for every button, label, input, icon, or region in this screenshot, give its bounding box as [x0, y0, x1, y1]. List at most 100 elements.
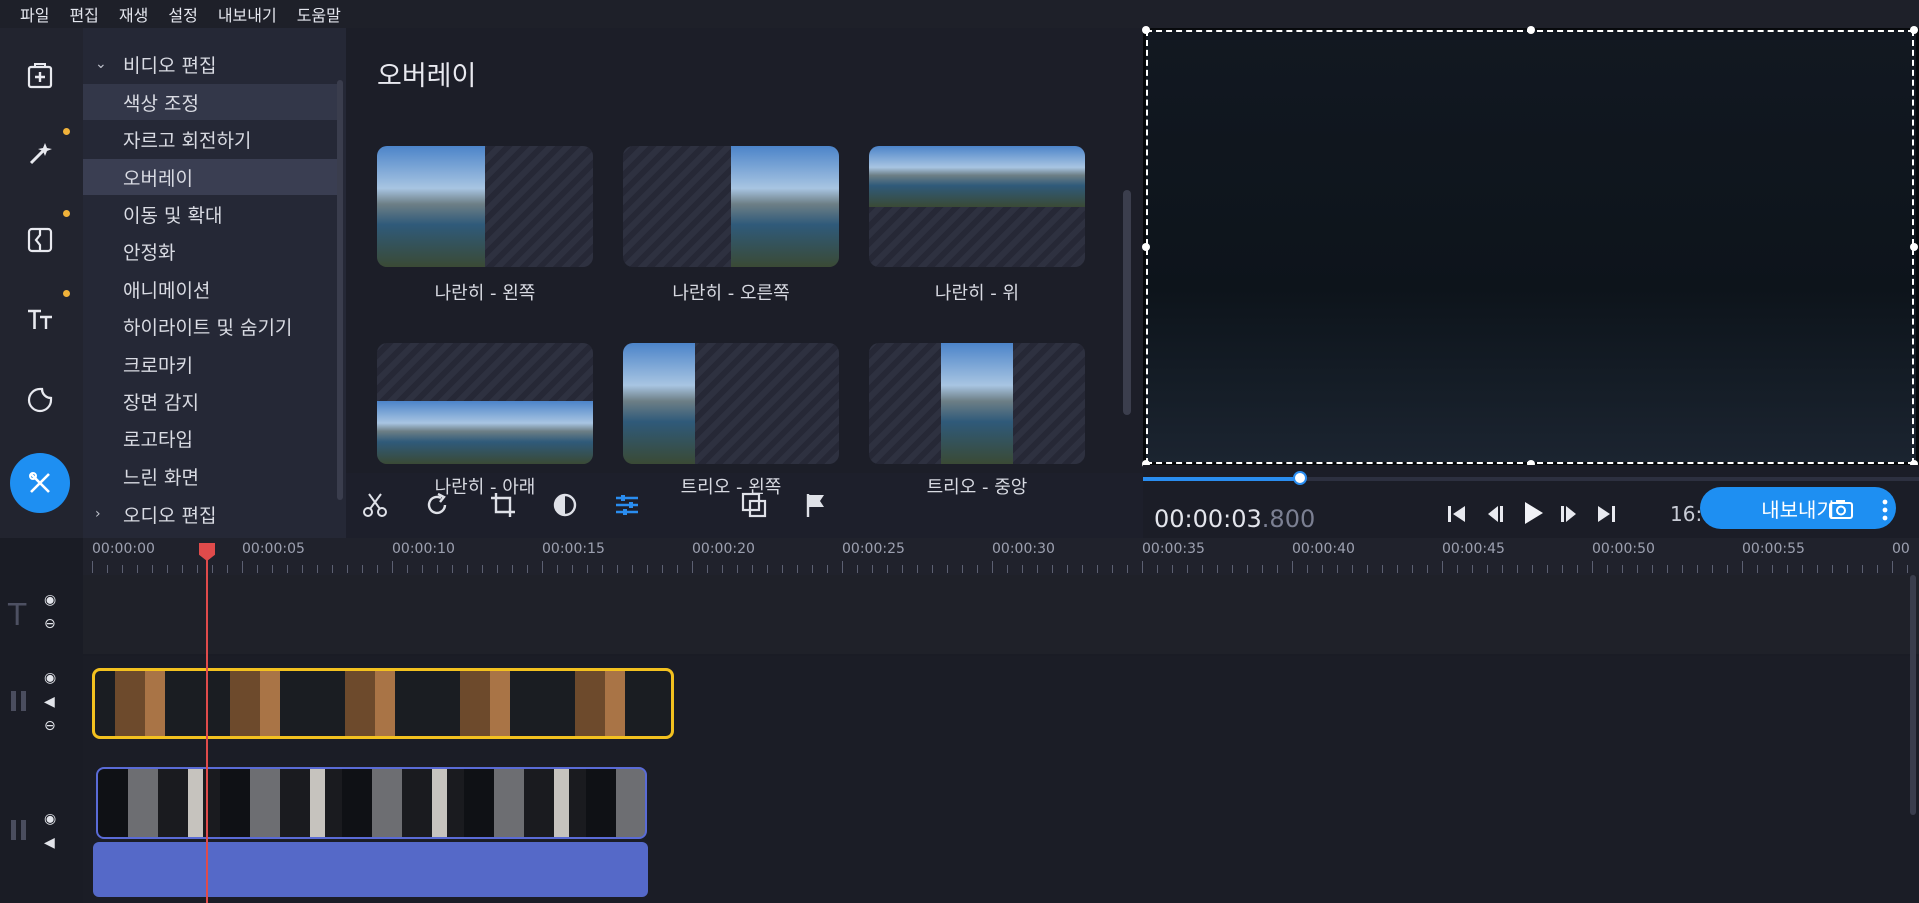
ruler-tick-label: 00:00:05	[242, 541, 305, 557]
resize-handle[interactable]	[1910, 243, 1918, 251]
ruler-tick	[887, 565, 888, 573]
overlay-tile-side-left[interactable]	[377, 146, 593, 267]
nav-item-stabilization[interactable]: 안정화	[83, 233, 338, 269]
nav-item-chroma-key[interactable]: 크로마키	[83, 346, 338, 382]
ruler-tick	[827, 565, 828, 573]
resize-handle[interactable]	[1142, 26, 1150, 34]
menu-help[interactable]: 도움말	[297, 2, 341, 26]
import-icon	[27, 63, 53, 89]
color-button[interactable]	[548, 488, 582, 522]
nav-item-highlight-conceal[interactable]: 하이라이트 및 숨기기	[83, 308, 338, 344]
more-tools-button[interactable]	[10, 453, 70, 513]
ruler-tick	[1592, 561, 1593, 573]
menu-export[interactable]: 내보내기	[218, 2, 277, 26]
menu-settings[interactable]: 설정	[168, 2, 197, 26]
new-badge-dot	[63, 210, 70, 217]
ruler-tick	[1487, 565, 1488, 573]
rotate-icon	[427, 492, 447, 515]
next-frame-button[interactable]	[1556, 500, 1584, 528]
playback-progress-knob[interactable]	[1293, 471, 1307, 485]
tile-label: 나란히 - 오른쪽	[672, 283, 790, 304]
landscape-thumbnail	[869, 146, 1085, 207]
menu-edit[interactable]: 편집	[69, 2, 98, 26]
ruler-tick	[632, 565, 633, 573]
ruler-tick	[1112, 565, 1113, 573]
step-forward-icon	[1561, 506, 1576, 522]
cut-button[interactable]	[358, 488, 392, 522]
content-scrollbar[interactable]	[1123, 190, 1131, 415]
marker-button[interactable]	[799, 488, 833, 522]
skip-end-icon	[1598, 506, 1615, 522]
overlay-tile-side-bottom[interactable]	[377, 343, 593, 464]
ruler-tick	[1502, 565, 1503, 573]
transitions-button[interactable]	[10, 210, 70, 270]
overlay-selection-box[interactable]	[1146, 30, 1914, 464]
nav-item-color-adjust[interactable]: 색상 조정	[83, 84, 338, 120]
overlay-tile-trio-center[interactable]	[869, 343, 1085, 464]
skip-start-icon	[1448, 506, 1465, 522]
ruler-tick	[137, 565, 138, 573]
stickers-button[interactable]	[10, 370, 70, 430]
nav-video-editing-header[interactable]: ⌄ 비디오 편집	[83, 46, 338, 82]
ruler-tick	[1202, 565, 1203, 573]
snapshot-button[interactable]	[1828, 497, 1854, 521]
overlay-options-button[interactable]	[737, 488, 771, 522]
nav-item-crop-rotate[interactable]: 자르고 회전하기	[83, 121, 338, 157]
link-icon[interactable]: ⊖	[44, 718, 56, 734]
import-button[interactable]	[10, 46, 70, 106]
titles-button[interactable]	[10, 289, 70, 349]
play-button[interactable]	[1518, 498, 1548, 528]
nav-item-overlay[interactable]: 오버레이	[83, 159, 338, 195]
menu-bar: 파일 편집 재생 설정 내보내기 도움말	[0, 0, 1919, 28]
eye-icon[interactable]: ◉	[44, 592, 56, 608]
ruler-tick	[152, 565, 153, 573]
resize-handle[interactable]	[1527, 26, 1535, 34]
eye-icon[interactable]: ◉	[44, 811, 56, 827]
magic-wand-button[interactable]	[10, 124, 70, 184]
overlay-tile-side-top[interactable]	[869, 146, 1085, 267]
menu-file[interactable]: 파일	[20, 2, 49, 26]
step-back-icon	[1488, 506, 1503, 522]
ruler-tick	[1847, 565, 1848, 573]
speaker-icon[interactable]: ◀	[44, 835, 55, 851]
track-handle-icon[interactable]	[10, 818, 28, 842]
more-options-button[interactable]	[1880, 497, 1890, 523]
speaker-icon[interactable]: ◀	[44, 694, 55, 710]
previous-frame-button[interactable]	[1480, 500, 1508, 528]
overlay-tile-side-right[interactable]	[623, 146, 839, 267]
overlay-tile-trio-left[interactable]	[623, 343, 839, 464]
nav-item-scene-detection[interactable]: 장면 감지	[83, 383, 338, 419]
audio-clip[interactable]	[93, 842, 648, 897]
ruler-tick	[1007, 565, 1008, 573]
nav-item-logo[interactable]: 로고타입	[83, 420, 338, 456]
export-button[interactable]: 내보내기	[1700, 487, 1896, 529]
ruler-tick	[227, 565, 228, 573]
nav-item-animation[interactable]: 애니메이션	[83, 271, 338, 307]
clip-properties-button[interactable]	[610, 488, 644, 522]
video-clip[interactable]	[96, 767, 647, 839]
ruler-tick	[1427, 565, 1428, 573]
ruler-tick-label: 00	[1892, 541, 1910, 557]
go-to-start-button[interactable]	[1443, 500, 1471, 528]
track-handle-icon[interactable]	[10, 689, 28, 713]
nav-item-slow-motion[interactable]: 느린 화면	[83, 458, 338, 494]
rotate-button[interactable]	[420, 488, 454, 522]
chevron-down-icon: ⌄	[95, 56, 107, 72]
ruler-tick	[872, 565, 873, 573]
nav-scrollbar[interactable]	[337, 80, 343, 500]
ruler-tick	[437, 565, 438, 573]
resize-handle[interactable]	[1910, 26, 1918, 34]
ruler-tick	[452, 565, 453, 573]
ruler-tick	[302, 565, 303, 573]
link-icon[interactable]: ⊖	[44, 616, 56, 632]
nav-audio-editing-header[interactable]: › 오디오 편집	[83, 496, 338, 532]
video-clip-selected[interactable]	[92, 668, 674, 739]
ruler-tick	[287, 565, 288, 573]
nav-item-pan-zoom[interactable]: 이동 및 확대	[83, 196, 338, 232]
eye-icon[interactable]: ◉	[44, 670, 56, 686]
menu-playback[interactable]: 재생	[119, 2, 148, 26]
resize-handle[interactable]	[1142, 243, 1150, 251]
go-to-end-button[interactable]	[1592, 500, 1620, 528]
timeline-scrollbar[interactable]	[1910, 575, 1916, 815]
crop-button[interactable]	[486, 488, 520, 522]
